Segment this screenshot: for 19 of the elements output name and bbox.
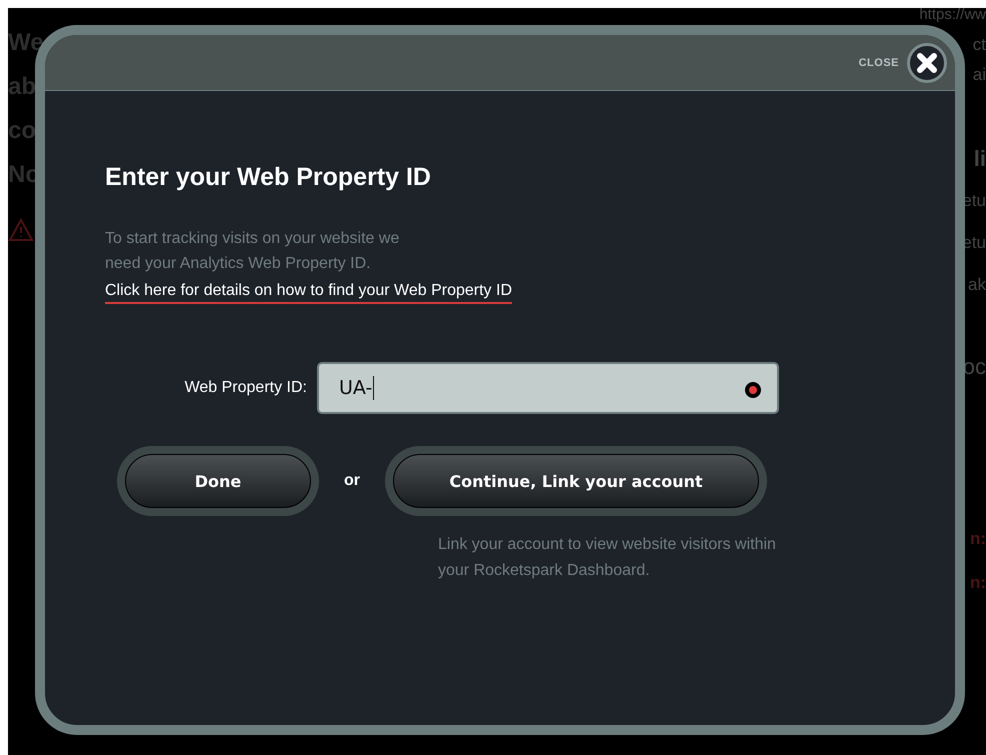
background-text: https://ww <box>919 8 986 25</box>
link-account-button[interactable]: Continue, Link your account <box>393 454 759 508</box>
warning-icon <box>8 218 34 242</box>
property-id-field[interactable]: UA- <box>317 362 779 414</box>
background-text: n: <box>970 528 986 550</box>
dialog-title: Enter your Web Property ID <box>105 163 431 192</box>
background-text: ct <box>972 34 986 56</box>
intro-text: To start tracking visits on your website we need your Analytics Web Property ID. <box>105 229 400 274</box>
help-link[interactable]: Click here for details on how to find your Web Property ID <box>105 280 512 304</box>
note-text: Link your account to view website visitors within your Rocketspark Dashboard. <box>438 535 776 581</box>
background-text: li <box>974 148 986 170</box>
close-button[interactable] <box>907 42 947 82</box>
done-button[interactable]: Done <box>125 454 311 508</box>
field-label: Web Property ID: <box>184 379 307 397</box>
background-text: ak <box>968 274 986 296</box>
background-text: ai <box>972 64 986 86</box>
background-text: n: <box>970 572 986 594</box>
close-label: CLOSE <box>858 56 899 68</box>
separator-text: or <box>344 472 360 490</box>
